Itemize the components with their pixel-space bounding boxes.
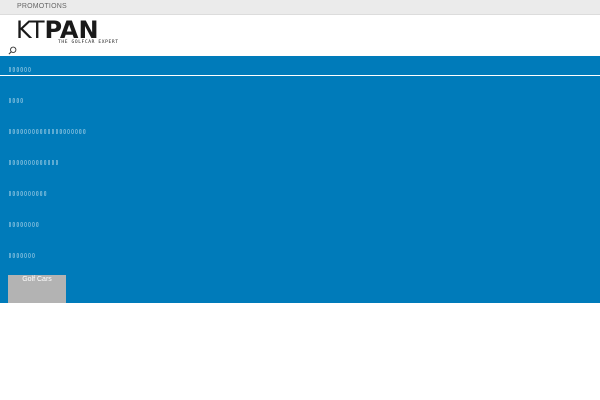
golf-cars-card[interactable]: Golf Cars [8, 275, 66, 303]
menu-item-6[interactable]: ▯▯▯▯▯▯▯▯ [8, 221, 39, 228]
menu-item-3[interactable]: ▯▯▯▯▯▯▯▯▯▯▯▯▯▯▯▯▯▯▯▯ [8, 128, 86, 135]
menu-item-7[interactable]: ▯▯▯▯▯▯▯ [8, 252, 35, 259]
logo-tagline: THE GOLFCAR EXPERT [58, 40, 119, 45]
top-bar: PROMOTIONS [0, 0, 600, 15]
site-logo[interactable]: KT PAN THE GOLFCAR EXPERT [16, 16, 118, 46]
golf-cars-label: Golf Cars [22, 276, 52, 283]
promotions-link[interactable]: PROMOTIONS [17, 3, 67, 10]
menu-divider [0, 75, 600, 76]
logo-kt: KT [16, 16, 45, 44]
site-header: KT PAN THE GOLFCAR EXPERT [0, 15, 600, 56]
menu-item-2[interactable]: ▯▯▯▯ [8, 97, 24, 104]
search-icon[interactable] [8, 46, 17, 55]
mobile-nav-menu: ▯▯▯▯▯▯ ▯▯▯▯ ▯▯▯▯▯▯▯▯▯▯▯▯▯▯▯▯▯▯▯▯ ▯▯▯▯▯▯▯… [0, 56, 600, 303]
menu-item-5[interactable]: ▯▯▯▯▯▯▯▯▯▯ [8, 190, 47, 197]
menu-item-1[interactable]: ▯▯▯▯▯▯ [8, 66, 31, 73]
menu-item-4[interactable]: ▯▯▯▯▯▯▯▯▯▯▯▯▯ [8, 159, 59, 166]
